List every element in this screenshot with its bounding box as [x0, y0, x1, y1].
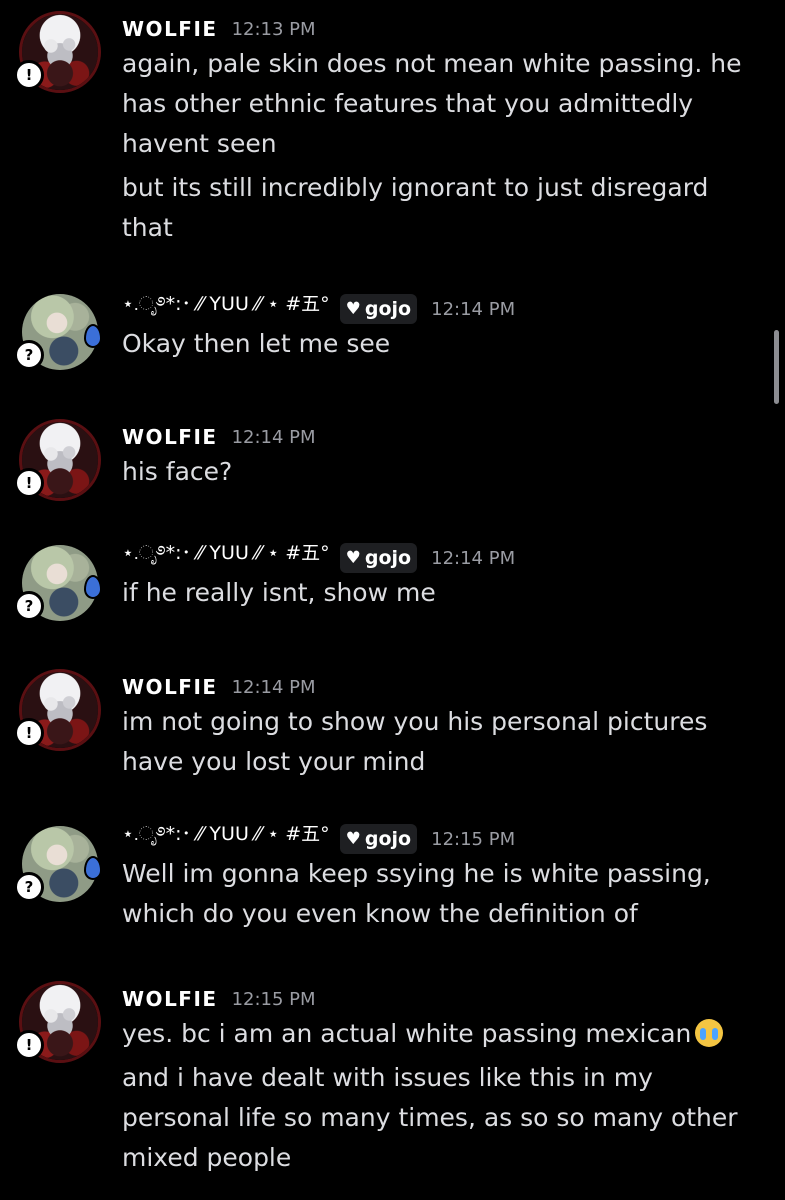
message-line: mixed people	[122, 1143, 292, 1172]
message-header: WOLFIE 12:14 PM	[122, 422, 767, 452]
avatar[interactable]: !	[14, 11, 101, 93]
message-line: have you lost your mind	[122, 747, 426, 776]
username[interactable]: WOLFIE	[122, 17, 218, 41]
username[interactable]: WOLFIE	[122, 425, 218, 449]
scrollbar-thumb[interactable]	[774, 330, 779, 404]
timestamp: 12:15 PM	[431, 828, 516, 850]
message-line: Okay then let me see	[122, 329, 391, 358]
avatar[interactable]: !	[14, 669, 101, 751]
sweat-drop-icon	[84, 575, 102, 599]
message-line: has other ethnic features that you admit…	[122, 89, 694, 118]
timestamp: 12:14 PM	[431, 298, 516, 320]
message-line: and i have dealt with issues like this i…	[122, 1063, 653, 1092]
status-badge: ?	[14, 591, 44, 621]
message-line: again, pale skin does not mean white pas…	[122, 49, 742, 78]
timestamp: 12:15 PM	[231, 988, 316, 1010]
status-badge: !	[14, 1030, 44, 1060]
message-line: im not going to show you his personal pi…	[122, 707, 708, 736]
avatar[interactable]: ?	[14, 545, 102, 621]
timestamp: 12:14 PM	[431, 547, 516, 569]
status-badge: !	[14, 718, 44, 748]
avatar[interactable]: !	[14, 981, 101, 1063]
message-line: Well im gonna keep ssying he is white pa…	[122, 859, 711, 888]
server-tag[interactable]: ♥ gojo	[339, 543, 418, 573]
message-text: yes. bc i am an actual white passing mex…	[122, 1019, 692, 1048]
heart-icon: ♥	[345, 548, 361, 568]
status-badge: !	[14, 468, 44, 498]
message-header: WOLFIE 12:14 PM	[122, 672, 767, 702]
status-badge: ?	[14, 872, 44, 902]
timestamp: 12:13 PM	[231, 18, 316, 40]
loudly-crying-emoji-icon[interactable]	[695, 1019, 724, 1047]
message-line: which do you even know the definition of	[122, 899, 638, 928]
status-badge: ?	[14, 340, 44, 370]
timestamp: 12:14 PM	[231, 426, 316, 448]
message-line: yes. bc i am an actual white passing mex…	[122, 1014, 767, 1054]
sweat-drop-icon	[84, 324, 102, 348]
avatar[interactable]: !	[14, 419, 101, 501]
message-line: that	[122, 213, 173, 242]
heart-icon: ♥	[345, 829, 361, 849]
message-line: his face?	[122, 457, 233, 486]
server-tag[interactable]: ♥ gojo	[339, 294, 418, 324]
username[interactable]: WOLFIE	[122, 675, 218, 699]
message-header: ⋆.ೃ࿔*:･ ⁄⁄ YUU ⁄⁄ ⋆ #五° ♥ gojo 12:14 PM	[122, 542, 767, 573]
sweat-drop-icon	[84, 856, 102, 880]
server-tag-label: gojo	[364, 828, 412, 850]
message-line: personal life so many times, as so so ma…	[122, 1103, 738, 1132]
message-line: but its still incredibly ignorant to jus…	[122, 173, 709, 202]
message-header: ⋆.ೃ࿔*:･ ⁄⁄ YUU ⁄⁄ ⋆ #五° ♥ gojo 12:15 PM	[122, 823, 767, 854]
avatar[interactable]: ?	[14, 826, 102, 902]
message-header: ⋆.ೃ࿔*:･ ⁄⁄ YUU ⁄⁄ ⋆ #五° ♥ gojo 12:14 PM	[122, 293, 767, 324]
server-tag-label: gojo	[364, 298, 412, 320]
status-badge: !	[14, 60, 44, 90]
message-line: if he really isnt, show me	[122, 578, 436, 607]
username[interactable]: WOLFIE	[122, 987, 218, 1011]
server-tag[interactable]: ♥ gojo	[339, 824, 418, 854]
timestamp: 12:14 PM	[231, 676, 316, 698]
server-tag-label: gojo	[364, 547, 412, 569]
message-header: WOLFIE 12:13 PM	[122, 14, 767, 44]
heart-icon: ♥	[345, 299, 361, 319]
message-line: havent seen	[122, 129, 277, 158]
message-header: WOLFIE 12:15 PM	[122, 984, 767, 1014]
avatar[interactable]: ?	[14, 294, 102, 370]
